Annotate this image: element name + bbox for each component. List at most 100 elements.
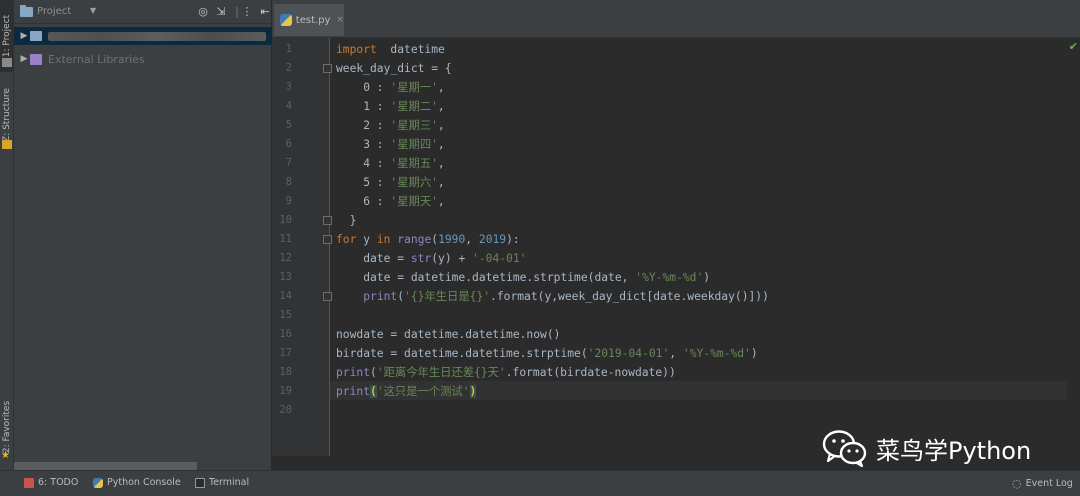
tab-test-py[interactable]: test.py × <box>274 4 344 36</box>
chevron-down-icon[interactable]: ▼ <box>90 6 96 15</box>
code-line: print('这只是一个测试') <box>336 382 477 401</box>
line-number: 2 <box>285 62 292 74</box>
code-token: in <box>376 233 391 246</box>
chevron-right-icon[interactable]: ▶ <box>18 54 30 64</box>
code-token: ): <box>506 233 520 246</box>
line-number: 12 <box>279 252 292 264</box>
code-token: ( <box>370 385 377 398</box>
line-number: 8 <box>285 176 292 188</box>
code-token: } <box>336 214 357 227</box>
tab-structure[interactable]: Z: Structure <box>0 82 14 148</box>
folder-icon <box>20 4 33 17</box>
editor-vertical-scrollbar[interactable] <box>1068 38 1080 456</box>
tab-structure-label: Z: Structure <box>2 88 12 142</box>
target-icon[interactable]: ◎ <box>196 5 210 19</box>
project-panel: Project ▼ ◎ ⇲ | ⋮ ⇤ ▶ ▶ External Librari… <box>14 0 272 470</box>
line-number: 20 <box>279 404 292 416</box>
code-token: '星期一' <box>390 81 438 94</box>
fold-marker-icon[interactable] <box>323 64 332 73</box>
code-token: '%Y-%m-%d' <box>682 347 751 360</box>
code-token: y <box>356 233 377 246</box>
terminal-label: Terminal <box>209 477 250 488</box>
python-file-icon <box>280 14 292 26</box>
line-number: 19 <box>279 385 292 397</box>
code-token: '2019-04-01' <box>587 347 670 360</box>
line-number: 9 <box>285 195 292 207</box>
code-token: '距离今年生日还差{}天' <box>376 366 506 379</box>
horizontal-scrollbar[interactable] <box>14 462 197 470</box>
code-line: 4 : '星期五', <box>336 154 445 173</box>
todo-tool-button[interactable]: 6: TODO <box>24 477 78 488</box>
fold-marker-icon[interactable] <box>323 216 332 225</box>
code-token: , <box>437 176 445 189</box>
tree-item-label: External Libraries <box>48 52 145 66</box>
line-number: 17 <box>279 347 292 359</box>
code-token: birdate = datetime.datetime.strptime( <box>336 347 588 360</box>
code-token: '-04-01' <box>472 252 527 265</box>
hide-panel-icon[interactable]: ⇤ <box>258 5 272 19</box>
tab-label: test.py <box>295 14 331 26</box>
star-icon: ★ <box>1 450 10 461</box>
code-token: ( <box>370 366 377 379</box>
code-token: , <box>437 157 445 170</box>
code-token: 6 : <box>336 195 391 208</box>
terminal-tool-button[interactable]: Terminal <box>195 477 249 488</box>
editor-area: test.py × 1 2 3 4 5 6 7 8 9 10 11 12 13 14 15 16 17 18 19 2… <box>272 0 1080 470</box>
line-number: 3 <box>285 81 292 93</box>
code-line: print('{}年生日是{}'.format(y,week_day_dict[… <box>336 287 769 306</box>
event-log-tool-button[interactable]: ◌ Event Log <box>1012 477 1073 490</box>
code-token: ) <box>750 347 758 360</box>
fold-marker-icon[interactable] <box>323 292 332 301</box>
close-icon[interactable]: × <box>336 15 344 25</box>
watermark-text: 菜鸟学Python <box>876 436 1032 465</box>
code-line: import datetime <box>336 40 445 59</box>
code-token: import <box>336 43 377 56</box>
code-token: date = <box>336 252 411 265</box>
code-token: '星期三' <box>390 119 438 132</box>
code-token: .format(y,week_day_dict[date.weekday()])… <box>490 290 769 303</box>
code-token: 0 : <box>336 81 391 94</box>
module-folder-icon <box>30 31 42 41</box>
line-number: 18 <box>279 366 292 378</box>
code-token: '星期五' <box>390 157 438 170</box>
code-token: '星期二' <box>390 100 438 113</box>
event-log-icon: ◌ <box>1012 477 1022 490</box>
terminal-icon <box>195 477 205 488</box>
code-token: 5 : <box>336 176 391 189</box>
code-token: '{}年生日是{}' <box>404 290 491 303</box>
code-token: ) <box>703 271 711 284</box>
tree-item-project-root[interactable]: ▶ <box>14 27 272 45</box>
line-number: 15 <box>279 309 292 321</box>
code-token: range <box>397 233 432 246</box>
line-number: 13 <box>279 271 292 283</box>
code-token: 4 : <box>336 157 391 170</box>
event-log-label: Event Log <box>1025 478 1073 489</box>
collapse-all-icon[interactable]: ⇲ <box>214 5 228 19</box>
code-token: datetime <box>376 43 445 56</box>
tree-item-external-libraries[interactable]: ▶ External Libraries <box>14 50 272 68</box>
code-line: nowdate = datetime.datetime.now() <box>336 325 560 344</box>
code-token: ) <box>469 385 477 398</box>
code-line: 3 : '星期四', <box>336 135 445 154</box>
fold-marker-icon[interactable] <box>323 235 332 244</box>
code-token: date = datetime.datetime.strptime(date, <box>336 271 636 284</box>
code-token: , <box>437 81 445 94</box>
code-token: '这只是一个测试' <box>376 385 470 398</box>
code-token: print <box>363 290 398 303</box>
line-number: 5 <box>285 119 292 131</box>
project-view-selector[interactable]: Project <box>37 6 71 17</box>
code-area[interactable]: import datetime week_day_dict = { 0 : '星期… <box>336 38 1066 456</box>
settings-icon[interactable]: ⋮ <box>240 5 254 19</box>
code-token: , <box>437 138 445 151</box>
code-line: 6 : '星期天', <box>336 192 445 211</box>
code-token: print <box>336 385 371 398</box>
inspection-ok-icon[interactable]: ✔ <box>1069 40 1078 53</box>
chevron-right-icon[interactable]: ▶ <box>18 31 30 41</box>
code-token: , <box>437 119 445 132</box>
line-number: 16 <box>279 328 292 340</box>
library-icon <box>30 53 42 65</box>
python-console-tool-button[interactable]: Python Console <box>93 477 181 488</box>
code-token: 2 : <box>336 119 391 132</box>
line-number-gutter[interactable]: 1 2 3 4 5 6 7 8 9 10 11 12 13 14 15 16 17 18 19 20 <box>272 38 332 456</box>
